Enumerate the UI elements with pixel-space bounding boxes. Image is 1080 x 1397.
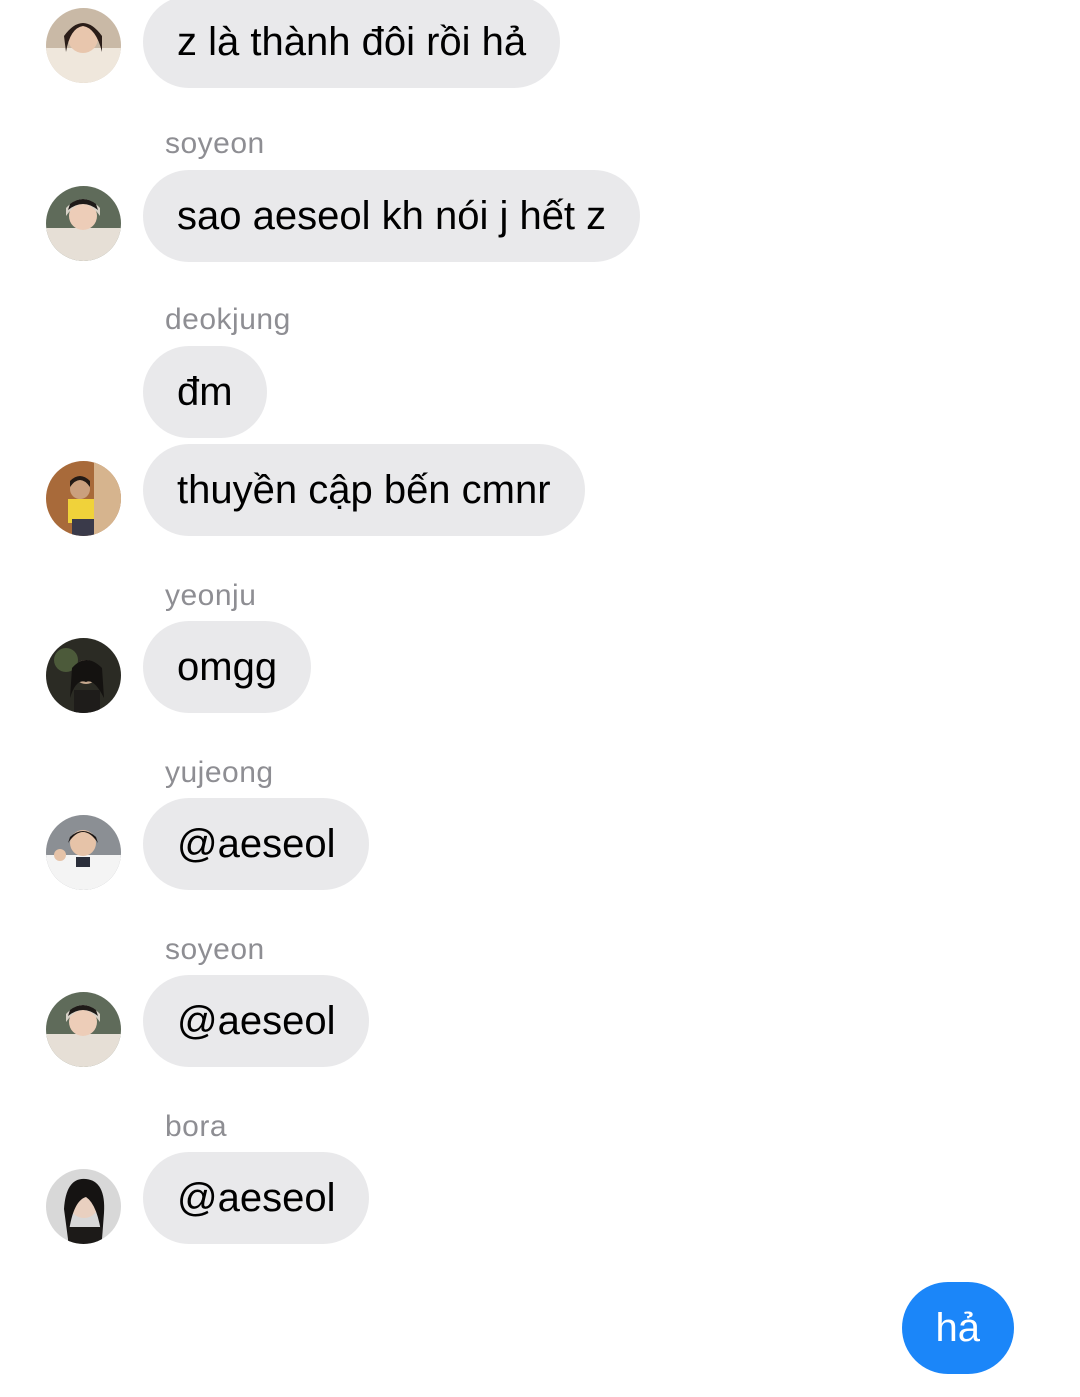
message-text: omgg <box>177 645 278 689</box>
avatar[interactable] <box>46 815 121 890</box>
sender-name: bora <box>165 1110 228 1143</box>
message-text: thuyền cập bến cmnr <box>177 468 551 512</box>
message-bubble[interactable]: đm <box>143 346 267 438</box>
message-text: z là thành đôi rồi hả <box>177 20 527 64</box>
avatar[interactable] <box>46 1169 121 1244</box>
message-bubble[interactable]: @aeseol <box>114 798 370 890</box>
avatar[interactable] <box>46 992 121 1067</box>
avatar[interactable] <box>46 638 121 713</box>
message-text: sao aeseol kh nói j hết z <box>177 194 607 238</box>
sender-name: deokjung <box>165 303 291 336</box>
message-bubble[interactable]: thuyền cập bến cmnr <box>115 444 585 536</box>
message-text: @aeseol <box>177 999 336 1043</box>
avatar[interactable] <box>46 8 121 83</box>
message-bubble[interactable]: z là thành đôi rồi hả <box>114 0 561 88</box>
message-bubble[interactable]: omgg <box>114 621 312 713</box>
avatar[interactable] <box>46 186 121 261</box>
message-text: @aeseol <box>177 822 336 866</box>
sender-name: soyeon <box>165 933 265 966</box>
message-text: @aeseol <box>177 1176 336 1220</box>
outgoing-message-text: hả <box>935 1306 981 1350</box>
sender-name: yeonju <box>165 579 257 612</box>
message-text: đm <box>177 370 233 414</box>
sender-name: yujeong <box>165 756 274 789</box>
message-bubble[interactable]: @aeseol <box>114 1152 370 1244</box>
outgoing-message-bubble[interactable]: hả <box>901 1282 1042 1374</box>
avatar[interactable] <box>46 461 121 536</box>
message-bubble[interactable]: @aeseol <box>114 975 370 1067</box>
sender-name: soyeon <box>165 127 265 160</box>
message-bubble[interactable]: sao aeseol kh nói j hết z <box>114 170 641 262</box>
